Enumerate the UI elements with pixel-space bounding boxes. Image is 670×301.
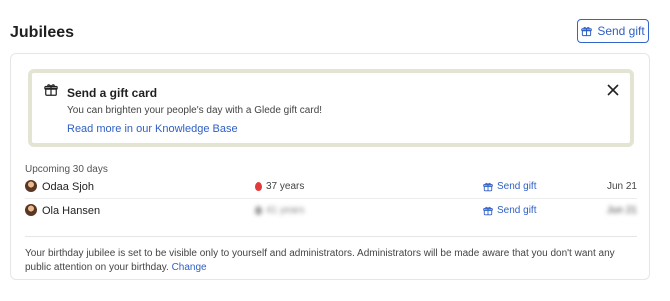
change-link[interactable]: Change [172, 262, 207, 273]
avatar [25, 180, 37, 192]
close-icon[interactable] [606, 83, 620, 97]
avatar [25, 204, 37, 216]
section-label: Upcoming 30 days [25, 164, 108, 175]
table-row: Odaa Sjoh 37 years Send gift Jun 21 [25, 175, 637, 199]
person-name: Ola Hansen [42, 205, 101, 217]
balloon-icon [255, 182, 262, 191]
privacy-note: Your birthday jubilee is set to be visib… [25, 247, 637, 275]
age-label: 41 years [266, 205, 305, 216]
send-gift-label: Send gift [597, 24, 645, 38]
privacy-note-text: Your birthday jubilee is set to be visib… [25, 248, 615, 273]
person-name: Odaa Sjoh [42, 181, 94, 193]
age-label: 37 years [266, 181, 305, 192]
send-gift-link[interactable]: Send gift [483, 205, 536, 216]
jubilee-date: Jun 21 [606, 181, 637, 192]
gift-icon [581, 26, 593, 37]
send-gift-button[interactable]: Send gift [577, 19, 649, 43]
banner-text: You can brighten your people's day with … [67, 105, 323, 116]
jubilee-date: Jun 21 [606, 205, 637, 216]
knowledge-base-link[interactable]: Read more in our Knowledge Base [67, 123, 238, 135]
table-row: Ola Hansen 41 years Send gift Jun 21 [25, 199, 637, 223]
send-gift-label: Send gift [497, 181, 537, 192]
page-title: Jubilees [10, 24, 75, 41]
age: 37 years [255, 181, 304, 192]
balloon-icon [255, 206, 262, 215]
gift-icon [483, 206, 493, 216]
gift-card-banner: Send a gift card You can brighten your p… [28, 69, 634, 147]
divider [25, 236, 637, 237]
send-gift-label: Send gift [497, 205, 537, 216]
age: 41 years [255, 205, 304, 216]
gift-icon [483, 182, 493, 192]
send-gift-link[interactable]: Send gift [483, 181, 536, 192]
jubilees-card: Send a gift card You can brighten your p… [10, 53, 650, 280]
banner-title: Send a gift card [67, 86, 158, 100]
gift-icon [44, 83, 58, 97]
